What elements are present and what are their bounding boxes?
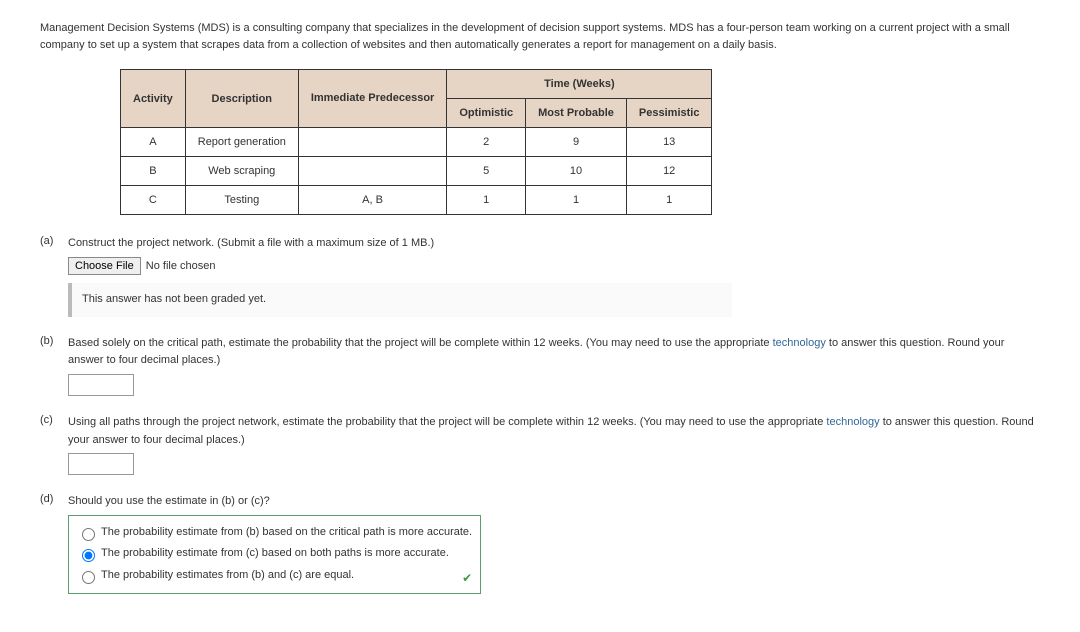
radio-label: The probability estimate from (c) based … (101, 545, 449, 563)
part-b-text: Based solely on the critical path, estim… (68, 337, 1004, 367)
radio-option-0[interactable] (82, 528, 95, 541)
cell: Web scraping (185, 157, 298, 186)
cell: 1 (626, 186, 712, 215)
table-row: B Web scraping 5 10 12 (121, 157, 712, 186)
technology-link[interactable]: technology (826, 416, 879, 428)
check-icon: ✔ (462, 569, 472, 588)
table-row: A Report generation 2 9 13 (121, 128, 712, 157)
part-b-label: (b) (40, 335, 68, 347)
radio-option-1[interactable] (82, 549, 95, 562)
col-optimistic: Optimistic (447, 99, 526, 128)
radio-label: The probability estimate from (b) based … (101, 524, 472, 542)
part-a-text: Construct the project network. (Submit a… (68, 235, 1040, 253)
col-most-probable: Most Probable (526, 99, 627, 128)
cell: 1 (447, 186, 526, 215)
radio-label: The probability estimates from (b) and (… (101, 567, 354, 585)
cell: B (121, 157, 186, 186)
no-file-label: No file chosen (146, 260, 216, 272)
cell (298, 157, 447, 186)
cell: 9 (526, 128, 627, 157)
cell (298, 128, 447, 157)
cell: Report generation (185, 128, 298, 157)
text: Based solely on the critical path, estim… (68, 337, 773, 349)
grading-note: This answer has not been graded yet. (68, 283, 732, 317)
activity-table: Activity Description Immediate Predecess… (120, 69, 712, 215)
col-pessimistic: Pessimistic (626, 99, 712, 128)
cell: A (121, 128, 186, 157)
table-row: C Testing A, B 1 1 1 (121, 186, 712, 215)
part-d-label: (d) (40, 493, 68, 505)
part-c-text: Using all paths through the project netw… (68, 416, 1034, 446)
cell: A, B (298, 186, 447, 215)
col-description: Description (185, 70, 298, 128)
cell: 13 (626, 128, 712, 157)
choose-file-button[interactable]: Choose File (68, 257, 141, 275)
part-d-text: Should you use the estimate in (b) or (c… (68, 493, 1040, 511)
time-header: Time (Weeks) (447, 70, 712, 99)
cell: Testing (185, 186, 298, 215)
cell: 5 (447, 157, 526, 186)
cell: 10 (526, 157, 627, 186)
col-activity: Activity (121, 70, 186, 128)
cell: 1 (526, 186, 627, 215)
cell: 2 (447, 128, 526, 157)
answer-b-input[interactable] (68, 374, 134, 396)
text: Using all paths through the project netw… (68, 416, 826, 428)
col-predecessor: Immediate Predecessor (298, 70, 447, 128)
cell: 12 (626, 157, 712, 186)
part-a-label: (a) (40, 235, 68, 247)
part-c-label: (c) (40, 414, 68, 426)
intro-text: Management Decision Systems (MDS) is a c… (40, 20, 1040, 53)
radio-option-2[interactable] (82, 571, 95, 584)
answer-c-input[interactable] (68, 453, 134, 475)
radio-group: The probability estimate from (b) based … (68, 515, 481, 594)
technology-link[interactable]: technology (773, 337, 826, 349)
cell: C (121, 186, 186, 215)
